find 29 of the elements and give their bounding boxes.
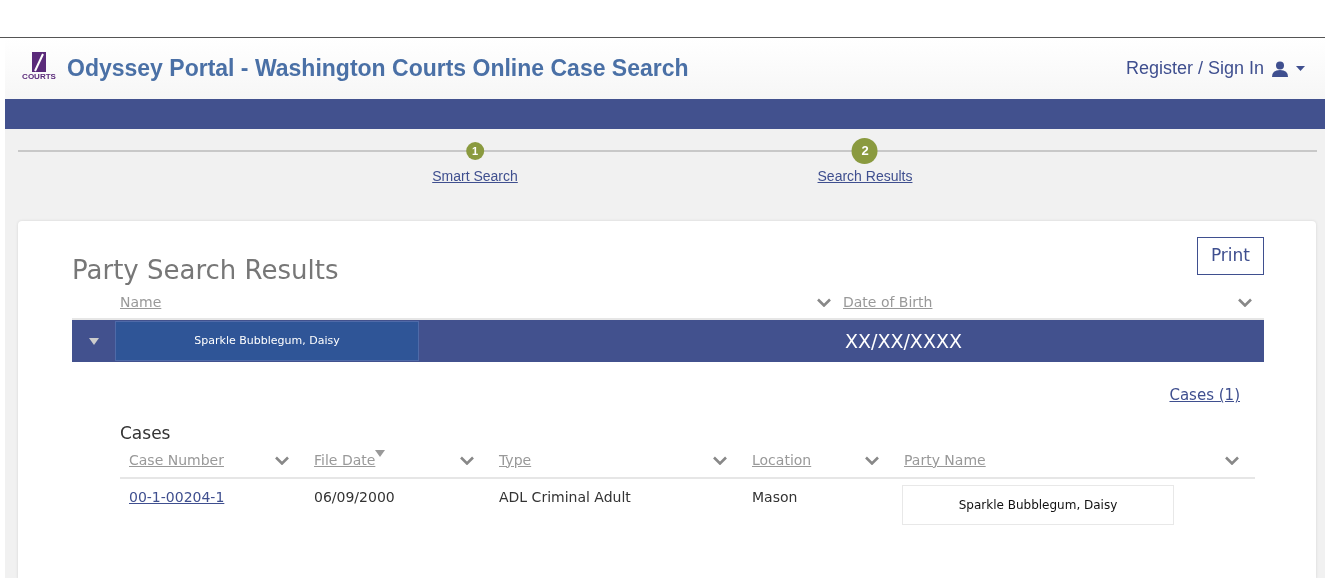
caret-icon: [1296, 66, 1305, 71]
page-heading: Party Search Results: [72, 254, 339, 287]
party-row[interactable]: Sparkle Bubblegum, Daisy XX/XX/XXXX: [72, 320, 1264, 363]
expanded-caret-icon[interactable]: [88, 337, 99, 345]
table-cell: Mason: [752, 489, 798, 506]
step-link[interactable]: Smart Search: [432, 166, 518, 187]
print-button[interactable]: Print: [1196, 237, 1264, 275]
section-heading: Cases: [120, 422, 172, 444]
chevron-down-icon[interactable]: [817, 298, 831, 308]
chevron-down-icon[interactable]: [1238, 298, 1252, 308]
site-title: Odyssey Portal - Washington Courts Online Case Search: [67, 54, 689, 84]
case-number-link[interactable]: 00-1-00204-1: [129, 489, 225, 506]
chevron-down-icon[interactable]: [713, 455, 727, 465]
chevron-down-icon[interactable]: [275, 455, 289, 465]
party-name-cell: Sparkle Bubblegum, Daisy: [902, 485, 1174, 526]
step-number: 1: [466, 142, 484, 160]
party-name: Sparkle Bubblegum, Daisy: [115, 321, 419, 362]
step-number: 2: [852, 138, 878, 164]
date-of-birth: XX/XX/XXXX: [845, 328, 963, 354]
sign-in-link[interactable]: Register / Sign In: [1125, 55, 1305, 82]
cases-link[interactable]: Cases (1): [1169, 384, 1240, 407]
chevron-down-icon[interactable]: [460, 455, 474, 465]
chevron-down-icon[interactable]: [1225, 455, 1239, 465]
table-cell: ADL Criminal Adult: [499, 489, 631, 506]
step-link[interactable]: Search Results: [817, 166, 913, 187]
logo: COURTS: [19, 50, 59, 87]
user-icon: [1272, 60, 1288, 77]
chevron-down-icon[interactable]: [865, 455, 879, 465]
table-cell: 06/09/2000: [314, 489, 395, 506]
